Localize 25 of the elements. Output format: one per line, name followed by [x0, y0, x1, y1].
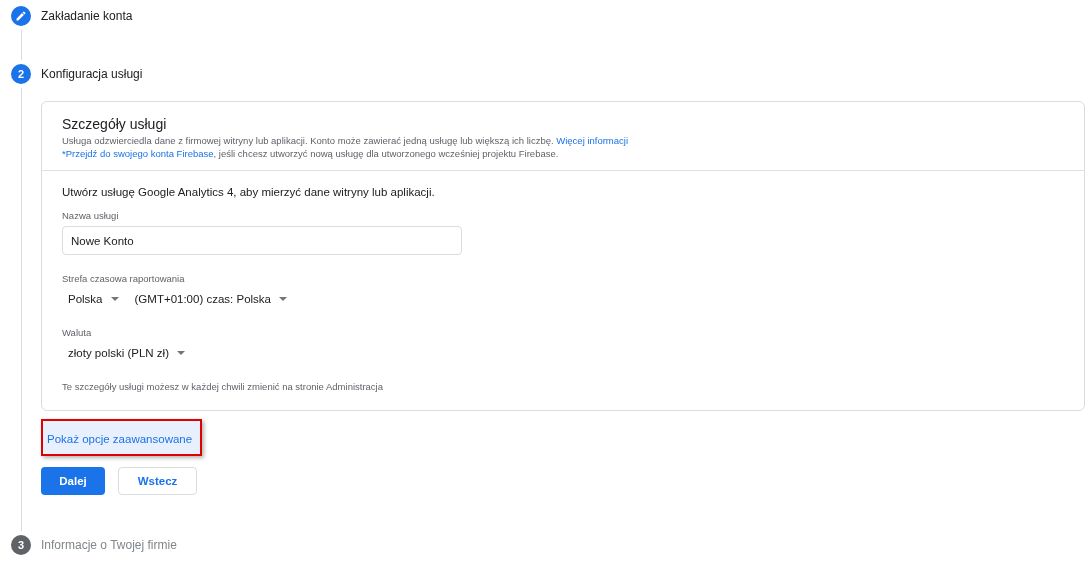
intro-text: Utwórz usługę Google Analytics 4, aby mierzyć dane witryny lub aplikacji.	[62, 186, 436, 198]
caret-icon	[279, 297, 287, 301]
step-title: Zakładanie konta	[41, 9, 133, 23]
info-link[interactable]: *Przejdź do swojego konta Firebase	[62, 148, 214, 159]
advanced-options-link[interactable]: Pokaż opcje zaawansowane	[43, 421, 201, 454]
description-text: *Przejdź do swojego konta Firebase, jeśli chcesz utworzyć nową usługę dla utworzonego wcześniej projektu Firebase.	[62, 147, 560, 160]
step-number-icon: 3	[11, 535, 31, 555]
card-title: Szczegóły usługi	[62, 116, 168, 132]
caret-icon	[110, 297, 119, 301]
info-link[interactable]: Więcej informacji	[556, 135, 629, 146]
field-label: Strefa czasowa raportowania	[62, 273, 186, 284]
caret-icon	[176, 351, 185, 355]
next-button[interactable]: Dalej	[41, 467, 105, 495]
step-title: Konfiguracja usługi	[41, 67, 143, 81]
timezone-dropdown[interactable]: (GMT+01:00) czas: Polska	[134, 289, 287, 309]
field-label: Nazwa usługi	[62, 210, 120, 221]
description-text: Usługa odzwierciedla dane z firmowej witryny lub aplikacji. Konto może zawierać jedną usługę lub większą ich liczbę. Więcej informacji	[62, 134, 630, 147]
back-button[interactable]: Wstecz	[118, 467, 197, 495]
note-text: Te szczegóły usługi możesz w każdej chwili zmienić na stronie Administracja	[62, 381, 384, 392]
timezone-dropdown[interactable]: Polska	[68, 289, 119, 309]
field-label: Waluta	[62, 327, 93, 338]
currency-dropdown[interactable]: złoty polski (PLN zł)	[68, 343, 185, 363]
step-number-icon: 2	[11, 64, 31, 84]
service-name-input[interactable]: Nowe Konto	[62, 226, 462, 255]
step-title: Informacje o Twojej firmie	[41, 538, 177, 552]
